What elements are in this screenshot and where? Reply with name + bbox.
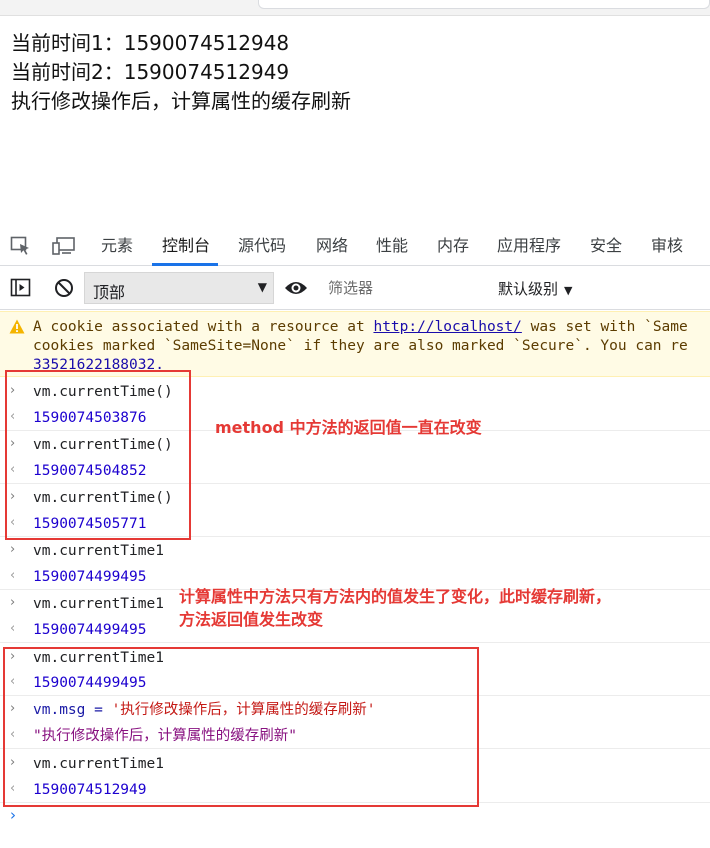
warning-link[interactable]: http://localhost/ — [373, 319, 521, 335]
console-input: vm.currentTime1 — [33, 543, 164, 559]
caret-down-icon: ▼ — [564, 284, 573, 297]
console-output[interactable]: 1590074499495 — [33, 621, 147, 639]
cookie-warning-message: A cookie associated with a resource at h… — [0, 311, 710, 377]
sidebar-toggle-icon[interactable] — [10, 278, 32, 302]
computed-annotation-line-2: 方法返回值发生改变 — [179, 610, 324, 629]
eye-icon[interactable] — [284, 279, 308, 301]
tab-audits[interactable]: 审核 — [651, 236, 683, 256]
tab-security[interactable]: 安全 — [590, 236, 622, 256]
clear-console-icon[interactable] — [54, 278, 74, 302]
inspect-element-icon[interactable] — [10, 236, 32, 256]
tab-memory[interactable]: 内存 — [437, 236, 469, 256]
warning-icon — [9, 319, 25, 338]
tab-console[interactable]: 控制台 — [162, 236, 210, 256]
log-level-label: 默认级别 — [498, 280, 559, 298]
warning-line-2: cookies marked `SameSite=None` if they a… — [33, 338, 688, 354]
device-toolbar-icon[interactable] — [52, 236, 75, 256]
computed-annotation-box — [3, 647, 479, 807]
console-input-row: › vm.currentTime1 — [0, 538, 710, 564]
warning-line-1: A cookie associated with a resource at h… — [33, 318, 688, 337]
chevron-right-icon: › — [10, 542, 16, 557]
page-message: 执行修改操作后，计算属性的缓存刷新 — [11, 89, 351, 113]
context-selector-value: 顶部 — [93, 283, 126, 302]
return-arrow-icon: ‹ — [10, 568, 16, 583]
caret-down-icon: ▼ — [257, 280, 267, 294]
return-arrow-icon: ‹ — [10, 621, 16, 636]
method-annotation-box — [5, 370, 191, 540]
filter-input[interactable] — [322, 272, 488, 304]
browser-address-field[interactable] — [258, 0, 710, 9]
browser-top-strip — [0, 0, 710, 16]
tab-application[interactable]: 应用程序 — [497, 236, 561, 256]
method-annotation-text: method 中方法的返回值一直在改变 — [215, 418, 482, 437]
tab-sources[interactable]: 源代码 — [238, 236, 286, 256]
console-input: vm.currentTime1 — [33, 596, 164, 612]
console-prompt-chevron-icon[interactable]: › — [10, 806, 16, 824]
tab-elements[interactable]: 元素 — [101, 236, 133, 256]
warning-text: was set with `Same — [521, 319, 688, 335]
page-current-time-1: 当前时间1：1590074512948 — [11, 31, 290, 55]
log-level-selector[interactable]: 默认级别 ▼ — [498, 278, 572, 299]
console-toolbar: 顶部 ▼ 默认级别 ▼ — [0, 266, 710, 310]
context-selector[interactable]: 顶部 ▼ — [84, 272, 274, 304]
tab-network[interactable]: 网络 — [316, 236, 348, 256]
computed-annotation-line-1: 计算属性中方法只有方法内的值发生了变化，此时缓存刷新， — [179, 587, 612, 606]
warning-text: A cookie associated with a resource at — [33, 319, 374, 335]
devtools-tab-bar: 元素 控制台 源代码 网络 性能 内存 应用程序 安全 审核 — [0, 226, 710, 266]
console-output-row: ‹ 1590074499495 — [0, 617, 710, 643]
tab-performance[interactable]: 性能 — [376, 236, 408, 256]
chevron-right-icon: › — [10, 595, 16, 610]
console-output[interactable]: 1590074499495 — [33, 568, 147, 586]
page-current-time-2: 当前时间2：1590074512949 — [11, 60, 290, 84]
